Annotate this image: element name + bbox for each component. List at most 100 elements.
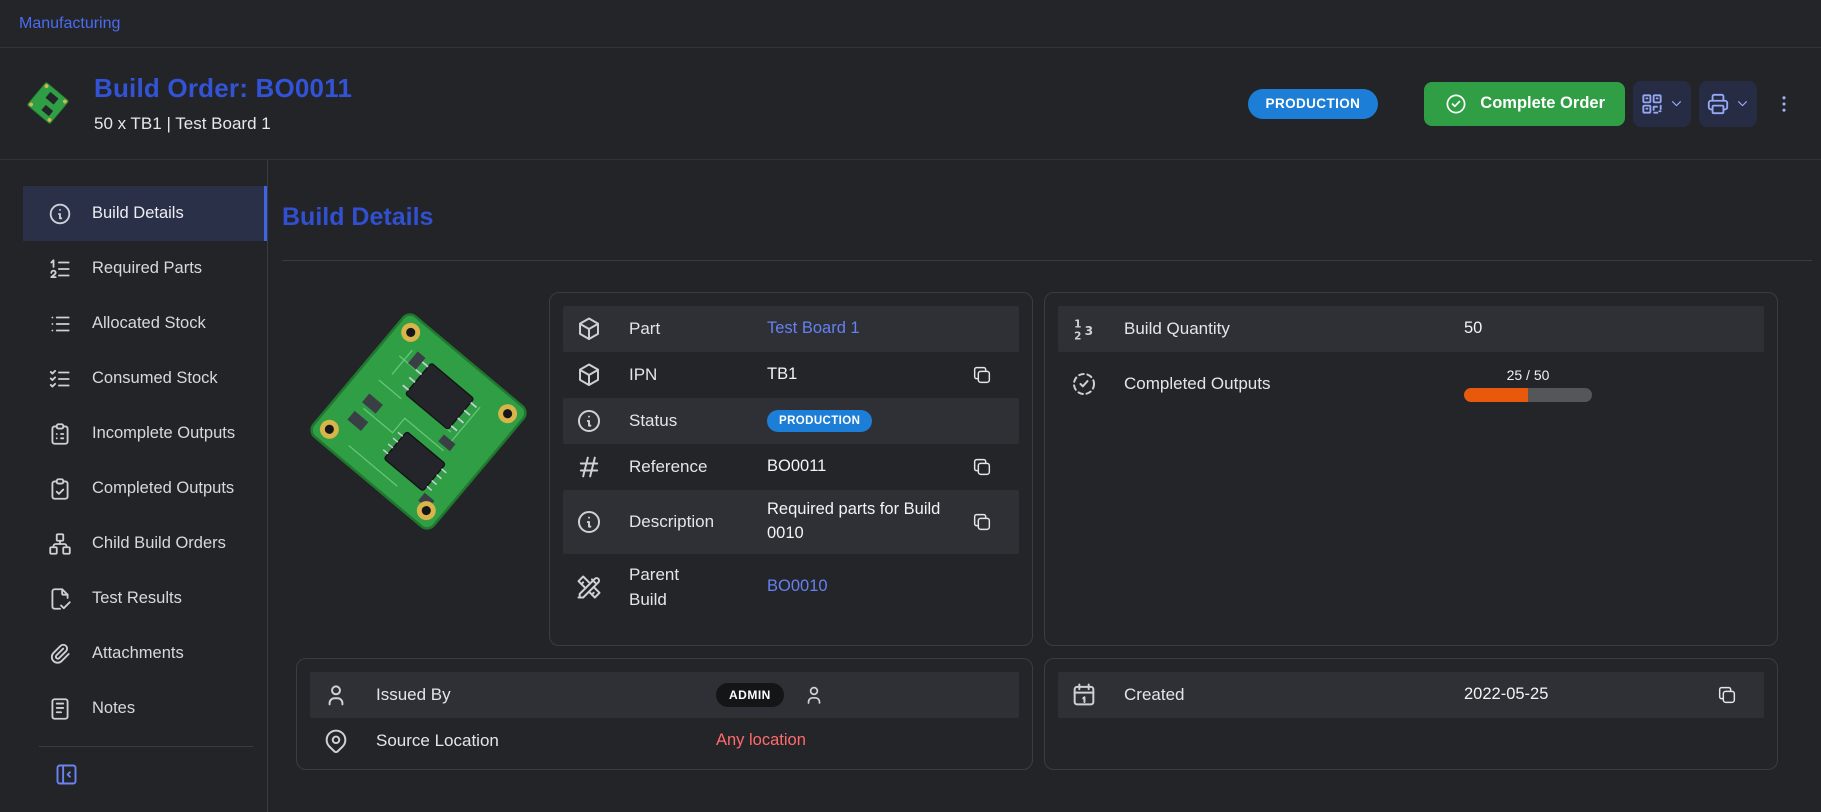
build-quantity-card: 123 Build Quantity 50 Completed Outputs … <box>1044 292 1778 646</box>
detail-label: Status <box>629 408 767 434</box>
sidebar-item-attachments[interactable]: Attachments <box>23 626 267 681</box>
main-panel: Build Details <box>269 160 1821 812</box>
printer-icon <box>1705 91 1731 117</box>
sidebar-item-test-results[interactable]: Test Results <box>23 571 267 626</box>
source-location-value: Any location <box>716 729 806 753</box>
quantity-label: Completed Outputs <box>1124 371 1464 397</box>
box-icon <box>575 315 603 343</box>
issue-row-source-location: Source Location Any location <box>310 718 1019 764</box>
sidebar-item-label: Child Build Orders <box>92 534 226 553</box>
dots-vertical-icon <box>1773 93 1795 115</box>
user-icon <box>322 681 350 709</box>
breadcrumb-manufacturing[interactable]: Manufacturing <box>19 15 120 33</box>
copy-button[interactable] <box>1716 683 1740 707</box>
box-icon <box>575 361 603 389</box>
page-title: Build Order: BO0011 <box>94 73 352 104</box>
build-thumbnail-image[interactable] <box>24 79 72 131</box>
created-value: 2022-05-25 <box>1464 683 1548 707</box>
quantity-label: Build Quantity <box>1124 316 1464 342</box>
detail-row-ipn: IPN TB1 <box>563 352 1019 398</box>
description-value: Required parts for Build 0010 <box>767 498 945 546</box>
breadcrumb-bar: Manufacturing <box>0 0 1821 48</box>
sidebar-item-incomplete-outputs[interactable]: Incomplete Outputs <box>23 406 267 461</box>
sidebar-item-completed-outputs[interactable]: Completed Outputs <box>23 461 267 516</box>
section-title: Build Details <box>282 203 433 232</box>
reference-value: BO0011 <box>767 455 826 479</box>
date-row-created: Created 2022-05-25 <box>1058 672 1764 718</box>
sidebar-item-allocated-stock[interactable]: Allocated Stock <box>23 296 267 351</box>
sitemap-icon <box>47 531 73 557</box>
detail-label: IPN <box>629 362 767 388</box>
notes-icon <box>47 696 73 722</box>
page-header: Build Order: BO0011 50 x TB1 | Test Boar… <box>0 48 1821 160</box>
sidebar-item-label: Required Parts <box>92 259 202 278</box>
dates-card: Created 2022-05-25 <box>1044 658 1778 770</box>
detail-label: Part <box>629 316 767 342</box>
detail-label: Parent Build <box>629 562 699 613</box>
quantity-row-completed-outputs: Completed Outputs 25 / 50 <box>1058 352 1764 416</box>
sidebar-divider <box>39 746 253 747</box>
quantity-row-build-quantity: 123 Build Quantity 50 <box>1058 306 1764 352</box>
detail-label: Reference <box>629 454 767 480</box>
detail-row-part: Part Test Board 1 <box>563 306 1019 352</box>
sidebar-item-build-details[interactable]: Build Details <box>23 186 267 241</box>
file-check-icon <box>47 586 73 612</box>
status-badge: PRODUCTION <box>1248 89 1379 119</box>
hash-icon <box>575 453 603 481</box>
qrcode-icon <box>1639 91 1665 117</box>
sidebar-nav: Build Details Required Parts Allocated S… <box>23 160 268 812</box>
copy-button[interactable] <box>971 363 995 387</box>
build-details-card: Part Test Board 1 IPN TB1 Status PRODUCT… <box>549 292 1033 646</box>
part-link[interactable]: Test Board 1 <box>767 317 860 341</box>
parent-build-link[interactable]: BO0010 <box>767 575 828 599</box>
build-quantity-value: 50 <box>1464 317 1482 341</box>
clipboard-icon <box>47 421 73 447</box>
user-icon <box>802 683 826 707</box>
list-check-icon <box>47 366 73 392</box>
list-icon <box>47 311 73 337</box>
sidebar-item-consumed-stock[interactable]: Consumed Stock <box>23 351 267 406</box>
page-subtitle: 50 x TB1 | Test Board 1 <box>94 114 352 134</box>
sidebar-item-notes[interactable]: Notes <box>23 681 267 736</box>
status-value-badge: PRODUCTION <box>767 410 872 432</box>
sidebar-item-label: Consumed Stock <box>92 369 218 388</box>
admin-badge: ADMIN <box>716 683 784 707</box>
info-circle-icon <box>575 508 603 536</box>
section-divider <box>282 260 1812 261</box>
completed-outputs-progress: 25 / 50 <box>1464 367 1592 402</box>
progress-bar <box>1464 388 1592 402</box>
info-circle-icon <box>575 407 603 435</box>
sidebar-collapse-icon <box>53 761 80 788</box>
more-actions-button[interactable] <box>1769 82 1799 126</box>
tools-icon <box>575 573 603 601</box>
barcode-actions-button[interactable] <box>1633 81 1691 127</box>
sidebar-item-required-parts[interactable]: Required Parts <box>23 241 267 296</box>
sidebar-item-child-build-orders[interactable]: Child Build Orders <box>23 516 267 571</box>
chevron-down-icon <box>1668 95 1685 112</box>
title-block: Build Order: BO0011 50 x TB1 | Test Boar… <box>94 73 352 134</box>
part-image[interactable] <box>292 295 545 548</box>
copy-button[interactable] <box>971 455 995 479</box>
map-pin-icon <box>322 727 350 755</box>
svg-text:3: 3 <box>1085 324 1094 338</box>
sidebar-item-label: Build Details <box>92 204 184 223</box>
copy-button[interactable] <box>971 510 995 534</box>
issued-by-value: ADMIN <box>716 683 826 707</box>
sidebar-item-label: Incomplete Outputs <box>92 424 235 443</box>
sidebar-item-label: Attachments <box>92 644 184 663</box>
sidebar-item-label: Completed Outputs <box>92 479 234 498</box>
sidebar-item-label: Test Results <box>92 589 182 608</box>
print-actions-button[interactable] <box>1699 81 1757 127</box>
issue-row-issued-by: Issued By ADMIN <box>310 672 1019 718</box>
calendar-icon <box>1070 681 1098 709</box>
progress-text: 25 / 50 <box>1464 367 1592 383</box>
svg-text:1: 1 <box>1074 318 1081 330</box>
complete-order-button[interactable]: Complete Order <box>1424 82 1625 126</box>
issue-label: Source Location <box>376 728 716 754</box>
detail-row-parent-build: Parent Build BO0010 <box>563 554 1019 621</box>
paperclip-icon <box>47 641 73 667</box>
issue-label: Issued By <box>376 682 716 708</box>
sidebar-collapse-button[interactable] <box>51 759 81 789</box>
sidebar-item-label: Allocated Stock <box>92 314 206 333</box>
progress-fill <box>1464 388 1528 402</box>
